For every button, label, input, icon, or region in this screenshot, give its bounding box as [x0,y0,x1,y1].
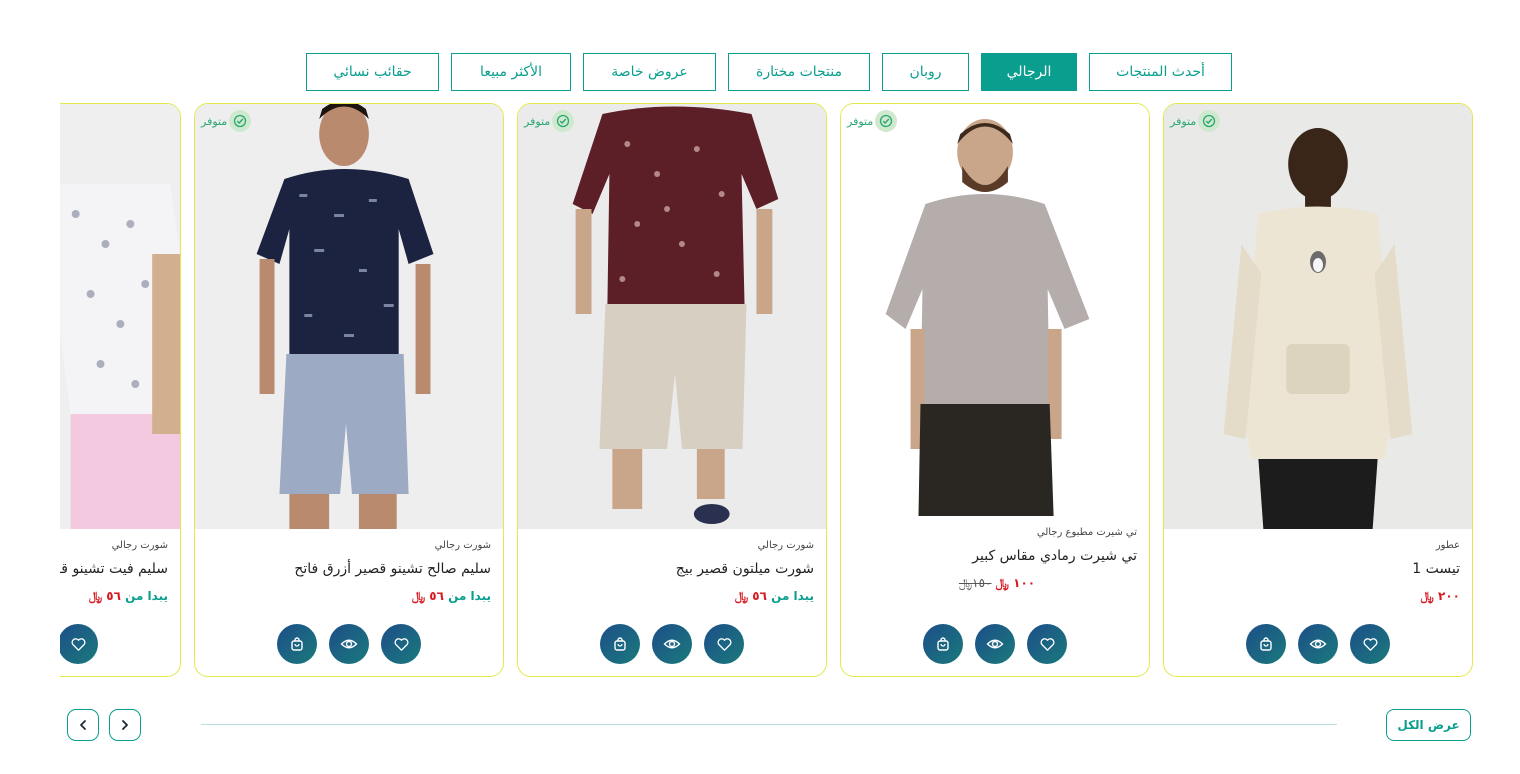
progress-track [201,724,1337,725]
cart-icon [1260,637,1272,651]
product-image[interactable] [518,104,826,529]
wishlist-button[interactable] [704,624,744,664]
add-to-cart-button[interactable] [923,624,963,664]
product-card[interactable]: متوفر شورت رجالي سليم صالح تشينو قصير أز… [194,103,504,677]
quick-view-button[interactable] [329,624,369,664]
check-circle-icon [552,110,575,132]
product-card[interactable]: متوفر تي شيرت مطبوع رجالي تي شيرت رمادي … [840,103,1150,677]
cart-icon [614,637,626,651]
product-price: يبدا من ٥٦ ﷼ [734,589,814,603]
availability-text: متوفر [847,114,874,128]
add-to-cart-button[interactable] [1246,624,1286,664]
product-price: يبدا من ٥٦ ﷼ [411,589,491,603]
eye-icon [986,639,1004,649]
check-circle-icon [229,110,252,132]
product-image[interactable] [60,104,180,529]
availability-badge: متوفر [524,110,575,132]
heart-icon [1363,637,1377,651]
products-carousel: متوفر عطور تيست 1 ٢٠٠ ﷼ متوفر تي شيرت مط… [60,0,1480,700]
carousel-next-button[interactable] [109,709,141,741]
product-image[interactable] [841,104,1149,516]
product-category: تي شيرت مطبوع رجالي [1036,527,1137,538]
availability-badge: متوفر [201,110,252,132]
product-name[interactable]: سليم صالح تشينو قصير أزرق فاتح [207,561,491,577]
cart-icon [937,637,949,651]
old-price: ١٥٠﷼ [958,576,992,590]
wishlist-button[interactable] [1350,624,1390,664]
carousel-prev-button[interactable] [67,709,99,741]
availability-text: متوفر [524,114,551,128]
chevron-right-icon [122,720,128,730]
product-price: ٢٠٠ ﷼ [1420,589,1460,603]
availability-badge: متوفر [1170,110,1221,132]
check-circle-icon [1198,110,1221,132]
check-circle-icon [875,110,898,132]
product-category: شورت رجالي [757,540,814,551]
chevron-left-icon [80,720,86,730]
quick-view-button[interactable] [1298,624,1338,664]
product-price: يبدا من ٥٦ ﷼ [88,589,168,603]
heart-icon [394,637,408,651]
product-name[interactable]: سليم فيت تشينو قصير [60,561,168,577]
availability-text: متوفر [1170,114,1197,128]
wishlist-button[interactable] [1027,624,1067,664]
product-card[interactable]: شورت رجالي سليم فيت تشينو قصير يبدا من ٥… [60,103,181,677]
product-category: شورت رجالي [111,540,168,551]
availability-badge: متوفر [847,110,898,132]
product-price: ١٠٠ ﷼ ١٥٠﷼ [958,576,1036,590]
cart-icon [291,637,303,651]
heart-icon [1040,637,1054,651]
wishlist-button[interactable] [60,624,98,664]
product-name[interactable]: شورت ميلتون قصير بيج [530,561,814,577]
product-image[interactable] [1164,104,1472,529]
add-to-cart-button[interactable] [600,624,640,664]
eye-icon [340,639,358,649]
heart-icon [71,637,85,651]
quick-view-button[interactable] [652,624,692,664]
product-category: عطور [1435,540,1460,551]
product-card[interactable]: متوفر عطور تيست 1 ٢٠٠ ﷼ [1163,103,1473,677]
product-name[interactable]: تي شيرت رمادي مقاس كبير [853,548,1137,564]
product-category: شورت رجالي [434,540,491,551]
product-name[interactable]: تيست 1 [1176,561,1460,577]
product-image[interactable] [195,104,503,529]
wishlist-button[interactable] [381,624,421,664]
product-card[interactable]: متوفر شورت رجالي شورت ميلتون قصير بيج يب… [517,103,827,677]
view-all-button[interactable]: عرض الكل [1386,709,1471,741]
add-to-cart-button[interactable] [277,624,317,664]
quick-view-button[interactable] [975,624,1015,664]
heart-icon [717,637,731,651]
eye-icon [1309,639,1327,649]
eye-icon [663,639,681,649]
availability-text: متوفر [201,114,228,128]
